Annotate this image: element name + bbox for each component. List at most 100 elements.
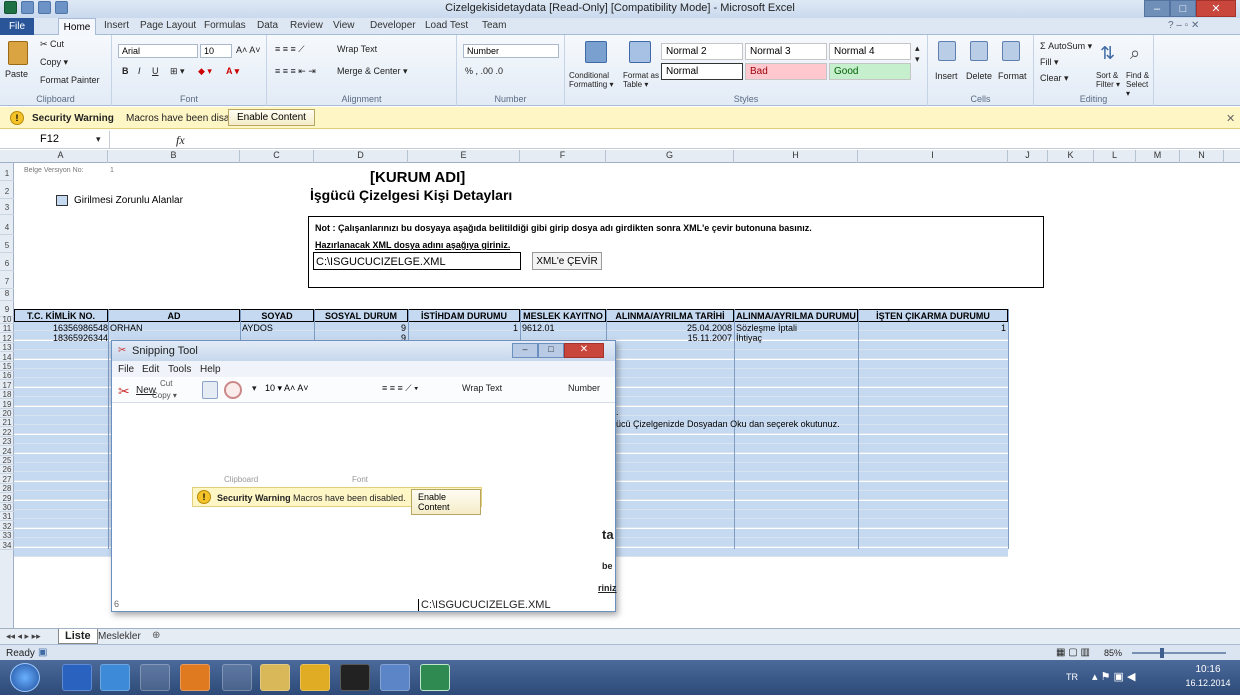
- fx-icon[interactable]: fx: [176, 133, 185, 148]
- tab-data[interactable]: Data: [257, 20, 278, 31]
- column-header[interactable]: M: [1136, 150, 1180, 163]
- tab-home[interactable]: Home: [58, 18, 96, 36]
- wrap-text-button[interactable]: Wrap Text: [337, 44, 377, 54]
- cell-tc[interactable]: 16356986548: [14, 323, 108, 333]
- tab-page-layout[interactable]: Page Layout: [140, 20, 196, 31]
- internet-explorer-icon[interactable]: [100, 664, 130, 691]
- tab-developer[interactable]: Developer: [370, 20, 416, 31]
- maximize-button[interactable]: □: [1170, 0, 1196, 17]
- row-header[interactable]: 15: [0, 362, 14, 371]
- number-format-select[interactable]: Number: [463, 44, 559, 58]
- taskbar-app-icon[interactable]: [340, 664, 370, 691]
- copy-snip-icon[interactable]: [202, 381, 218, 399]
- row-header[interactable]: 2: [0, 185, 14, 199]
- format-painter-button[interactable]: Format Painter: [40, 75, 100, 85]
- cut-button[interactable]: ✂ Cut: [40, 39, 64, 50]
- row-header[interactable]: 29: [0, 494, 14, 503]
- row-header[interactable]: 17: [0, 381, 14, 390]
- minimize-button[interactable]: –: [1144, 0, 1170, 17]
- row-header[interactable]: 34: [0, 541, 14, 550]
- row-header[interactable]: 3: [0, 201, 14, 215]
- style-normal[interactable]: Normal: [661, 63, 743, 80]
- sheet-tab-liste[interactable]: Liste: [58, 629, 98, 644]
- tab-file[interactable]: File: [0, 18, 34, 35]
- sort-icon[interactable]: ⇅: [1100, 43, 1115, 64]
- grow-font-button[interactable]: A˄ A˅: [236, 45, 261, 55]
- column-header[interactable]: C: [240, 150, 314, 163]
- cell-tarih[interactable]: 25.04.2008: [606, 323, 732, 333]
- format-as-table-button[interactable]: Format as Table ▾: [623, 71, 663, 89]
- xml-convert-button[interactable]: XML'e ÇEVİR: [532, 252, 602, 270]
- clock-date[interactable]: 16.12.2014: [1180, 678, 1236, 688]
- borders-icon[interactable]: ⊞ ▾: [170, 66, 185, 77]
- snip-minimize-button[interactable]: –: [512, 343, 538, 358]
- format-as-table-icon[interactable]: [629, 41, 651, 63]
- cell-tc[interactable]: 18365926344: [14, 333, 108, 343]
- snip-dropdown-icon[interactable]: ▾: [252, 383, 257, 394]
- merge-center-button[interactable]: Merge & Center ▾: [337, 66, 408, 77]
- zoom-slider[interactable]: [1132, 652, 1226, 654]
- align-icons[interactable]: ≡ ≡ ≡ ⟋: [275, 44, 305, 55]
- binoculars-icon[interactable]: ⌕: [1130, 43, 1140, 64]
- cell-tarih[interactable]: 15.11.2007: [606, 333, 732, 343]
- row-header[interactable]: 8: [0, 287, 14, 301]
- cell-durum[interactable]: İhtiyaç: [736, 333, 762, 343]
- tab-view[interactable]: View: [333, 20, 355, 31]
- cell-isten[interactable]: 1: [858, 323, 1006, 333]
- cell-meslek[interactable]: 9612.01: [522, 323, 555, 333]
- row-header[interactable]: 14: [0, 353, 14, 362]
- snip-menu-tools[interactable]: Tools: [168, 364, 191, 375]
- zoom-slider-thumb[interactable]: [1160, 648, 1164, 658]
- xml-path-input[interactable]: C:\ISGUCUCIZELGE.XML: [313, 252, 521, 270]
- zoom-level[interactable]: 85%: [1104, 648, 1122, 658]
- snip-menu-edit[interactable]: Edit: [142, 364, 159, 375]
- conditional-formatting-icon[interactable]: [585, 41, 607, 63]
- fill-color-icon[interactable]: ◆ ▾: [198, 66, 212, 77]
- close-warning-icon[interactable]: ✕: [1226, 112, 1235, 125]
- snip-canvas[interactable]: Clipboard Font ! Security Warning Macros…: [112, 403, 617, 611]
- conditional-formatting-button[interactable]: Conditional Formatting ▾: [569, 71, 629, 89]
- row-header[interactable]: 31: [0, 512, 14, 522]
- column-header[interactable]: A: [14, 150, 108, 163]
- new-sheet-icon[interactable]: ⊕: [152, 630, 160, 641]
- insert-button[interactable]: Insert: [935, 71, 958, 81]
- style-normal-2[interactable]: Normal 2: [661, 43, 743, 60]
- view-mode-icons[interactable]: ▦ ▢ ▥: [1056, 647, 1090, 658]
- column-header[interactable]: I: [858, 150, 1008, 163]
- paste-icon[interactable]: [8, 41, 28, 65]
- row-header[interactable]: 13: [0, 343, 14, 353]
- sort-filter-button[interactable]: Sort & Filter ▾: [1096, 71, 1124, 89]
- column-header[interactable]: E: [408, 150, 520, 163]
- clear-button[interactable]: Clear ▾: [1040, 73, 1069, 84]
- name-box[interactable]: F12: [0, 131, 110, 148]
- delete-cells-icon[interactable]: [970, 41, 988, 61]
- font-name-select[interactable]: Arial: [118, 44, 198, 58]
- column-header[interactable]: J: [1008, 150, 1048, 163]
- macro-record-icon[interactable]: ▣: [38, 647, 47, 658]
- outlook-icon[interactable]: [180, 664, 210, 691]
- column-header[interactable]: H: [734, 150, 858, 163]
- snipping-tool-window[interactable]: ✂ Snipping Tool – □ ✕ File Edit Tools He…: [111, 340, 617, 612]
- clock-time[interactable]: 10:16: [1186, 664, 1230, 675]
- row-header[interactable]: 21: [0, 418, 14, 428]
- row-header[interactable]: 4: [0, 221, 14, 235]
- row-header[interactable]: 32: [0, 522, 14, 531]
- autosum-button[interactable]: Σ AutoSum ▾: [1040, 41, 1092, 52]
- row-header[interactable]: 18: [0, 390, 14, 400]
- tab-formulas[interactable]: Formulas: [204, 20, 246, 31]
- column-header[interactable]: N: [1180, 150, 1224, 163]
- tab-insert[interactable]: Insert: [104, 20, 129, 31]
- format-cells-icon[interactable]: [1002, 41, 1020, 61]
- row-header[interactable]: 24: [0, 447, 14, 456]
- font-color-icon[interactable]: A ▾: [226, 66, 239, 77]
- row-header[interactable]: 19: [0, 400, 14, 409]
- tab-team[interactable]: Team: [482, 20, 506, 31]
- new-snip-icon[interactable]: ✂: [118, 383, 130, 400]
- style-normal-4[interactable]: Normal 4: [829, 43, 911, 60]
- row-header[interactable]: 27: [0, 475, 14, 484]
- language-indicator[interactable]: TR: [1066, 672, 1078, 682]
- cell-soyad[interactable]: AYDOS: [242, 323, 273, 333]
- snip-menu-help[interactable]: Help: [200, 364, 221, 375]
- cell-sosyal[interactable]: 9: [314, 323, 406, 333]
- excel-taskbar-icon[interactable]: [420, 664, 450, 691]
